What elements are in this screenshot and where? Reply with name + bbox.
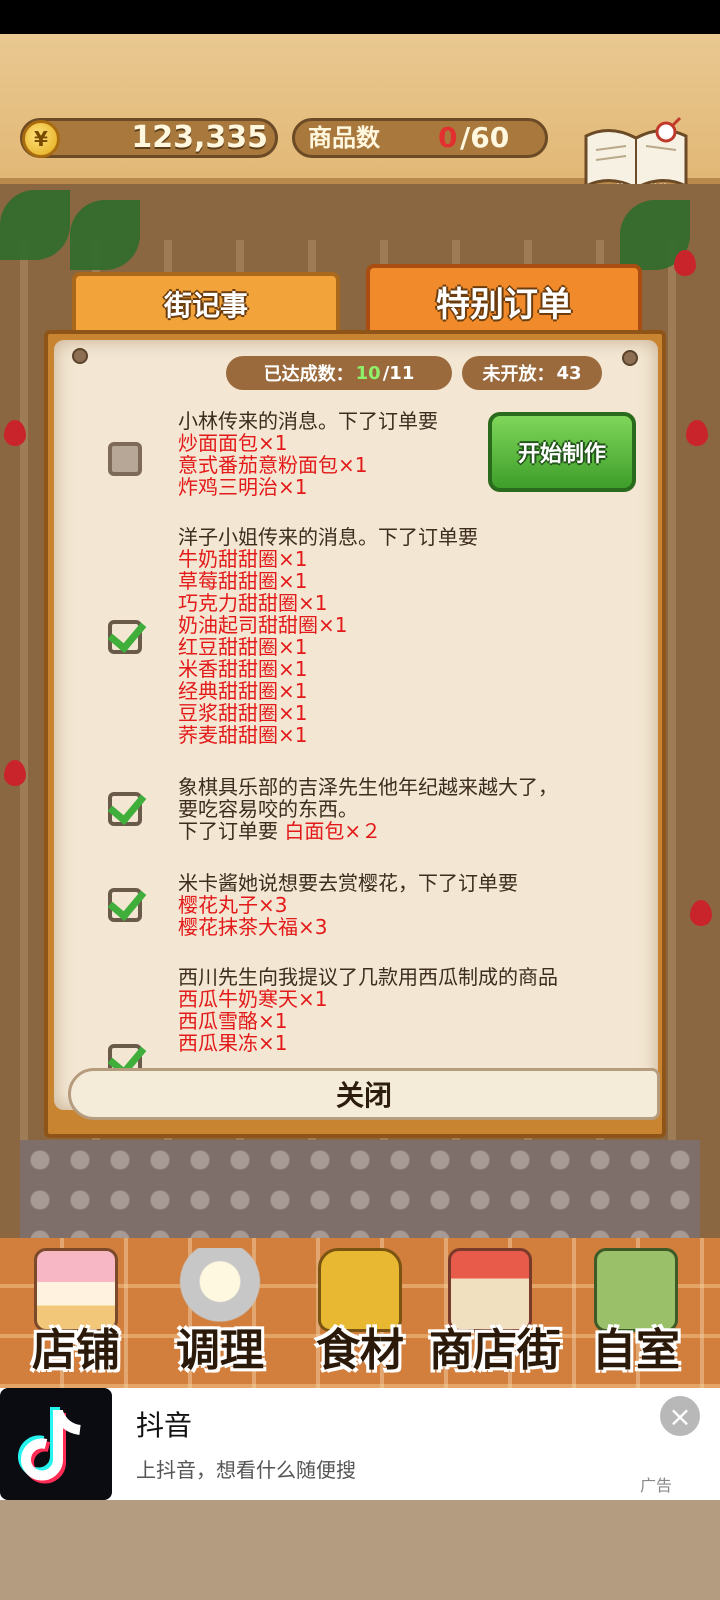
checkmark-icon: [107, 612, 147, 654]
money-amount: 123,335: [131, 120, 268, 155]
nav-label: 食材: [316, 1325, 404, 1376]
nav-cooking[interactable]: 调理: [150, 1244, 290, 1384]
checkmark-icon: [107, 1036, 147, 1068]
order-item-line: 奶油起司甜甜圈×1: [178, 613, 348, 637]
music-note-icon: [18, 1407, 81, 1484]
order-checkbox[interactable]: [107, 784, 147, 826]
strawberry-decoration: [674, 250, 696, 276]
ad-title[interactable]: 抖音: [136, 1404, 192, 1444]
product-count-max: /60: [460, 121, 510, 154]
nav-shop[interactable]: 店铺: [6, 1244, 146, 1384]
order-checkbox[interactable]: [107, 612, 147, 654]
start-making-button[interactable]: 开始制作: [488, 412, 636, 492]
achieved-current: 10: [355, 362, 381, 384]
order-item: 西川先生向我提议了几款用西瓜制成的商品 西瓜牛奶寒天×1 西瓜雪酪×1 西瓜果冻…: [96, 965, 652, 1068]
ad-tag: 广告: [640, 1476, 673, 1495]
order-item-line: 荞麦甜甜圈×1: [178, 723, 308, 747]
strawberry-decoration: [690, 900, 712, 926]
tab-street-news[interactable]: 街记事: [72, 272, 340, 336]
order-item-line: 白面包×２: [284, 819, 382, 843]
douyin-logo-icon[interactable]: [0, 1388, 112, 1500]
tab-special-orders[interactable]: 特别订单: [366, 264, 642, 338]
strawberry-decoration: [686, 420, 708, 446]
order-item-line: 西瓜果冻×1: [178, 1031, 288, 1055]
ad-subtitle[interactable]: 上抖音，想看什么随便搜: [136, 1454, 356, 1483]
unopened-value: 43: [556, 362, 582, 384]
order-item-line: 红豆甜甜圈×1: [178, 635, 308, 659]
achieved-count: 已达成数： 10 /11: [226, 356, 452, 390]
order-item-line: 炒面面包×1: [178, 431, 288, 455]
order-checkbox[interactable]: [107, 1036, 147, 1068]
checkmark-icon: [107, 784, 147, 826]
order-item: 洋子小姐传来的消息。下了订单要 牛奶甜甜圈×1 草莓甜甜圈×1 巧克力甜甜圈×1…: [96, 526, 652, 756]
leaf-decoration: [70, 200, 140, 270]
order-item: 象棋具乐部的吉泽先生他年纪越来越大了， 要吃容易咬的东西。 下了订单要 白面包×…: [96, 776, 652, 846]
leaf-decoration: [0, 190, 70, 260]
nav-label: 商店街: [429, 1325, 561, 1376]
top-black-bar: [0, 0, 720, 34]
nav-label: 调理: [176, 1325, 264, 1376]
coin-icon: ¥: [22, 120, 60, 158]
close-button[interactable]: 关闭: [68, 1068, 660, 1120]
unopened-label: 未开放：: [482, 364, 555, 385]
nav-label: 店铺: [32, 1325, 120, 1376]
shop-floor: [20, 1140, 700, 1240]
nail-icon: [622, 350, 638, 366]
achieved-total: /11: [382, 362, 415, 384]
order-item-line: 米香甜甜圈×1: [178, 657, 308, 681]
product-count-current: 0: [438, 121, 458, 154]
order-item-line: 炸鸡三明治×1: [178, 475, 308, 499]
nail-icon: [72, 348, 88, 364]
order-item-line: 樱花抹茶大福×3: [178, 915, 328, 939]
ad-close-icon[interactable]: ×: [660, 1396, 700, 1436]
nav-shopping-street[interactable]: 商店街: [420, 1244, 570, 1384]
order-item-line: 经典甜甜圈×1: [178, 679, 308, 703]
product-count-label: 商品数: [308, 124, 380, 152]
strawberry-decoration: [4, 420, 26, 446]
order-item-line: 豆浆甜甜圈×1: [178, 701, 308, 725]
nav-label: 自室: [592, 1325, 680, 1376]
order-desc: 米卡酱她说想要去赏樱花，下了订单要: [178, 871, 518, 895]
bottom-background: [0, 1500, 720, 1600]
orders-list[interactable]: 小林传来的消息。下了订单要 炒面面包×1 意式番茄意粉面包×1 炸鸡三明治×1 …: [96, 404, 652, 1068]
order-item-line: 樱花丸子×3: [178, 893, 288, 917]
order-item-line: 牛奶甜甜圈×1: [178, 547, 308, 571]
achieved-label: 已达成数：: [263, 364, 354, 385]
order-item-line: 西瓜雪酪×1: [178, 1009, 288, 1033]
order-checkbox[interactable]: [108, 442, 142, 476]
order-desc: 要吃容易咬的东西。: [178, 797, 358, 821]
checkmark-icon: [107, 880, 147, 922]
order-desc: 西川先生向我提议了几款用西瓜制成的商品: [178, 965, 558, 989]
order-checkbox[interactable]: [107, 880, 147, 922]
order-item-line: 草莓甜甜圈×1: [178, 569, 308, 593]
nav-ingredients[interactable]: 食材: [290, 1244, 430, 1384]
order-item-line: 西瓜牛奶寒天×1: [178, 987, 328, 1011]
unopened-count: 未开放： 43: [462, 356, 602, 390]
order-desc: 洋子小姐传来的消息。下了订单要: [178, 525, 478, 549]
order-item: 米卡酱她说想要去赏樱花，下了订单要 樱花丸子×3 樱花抹茶大福×3: [96, 872, 652, 942]
order-item-line: 意式番茄意粉面包×1: [178, 453, 368, 477]
order-item-line: 巧克力甜甜圈×1: [178, 591, 328, 615]
order-desc-prefix: 下了订单要: [178, 819, 278, 843]
order-desc: 象棋具乐部的吉泽先生他年纪越来越大了，: [178, 775, 558, 799]
order-desc: 下了订单要 白面包×２: [178, 820, 558, 842]
strawberry-decoration: [4, 760, 26, 786]
nav-my-room[interactable]: 自室: [566, 1244, 706, 1384]
order-desc: 小林传来的消息。下了订单要: [178, 409, 438, 433]
